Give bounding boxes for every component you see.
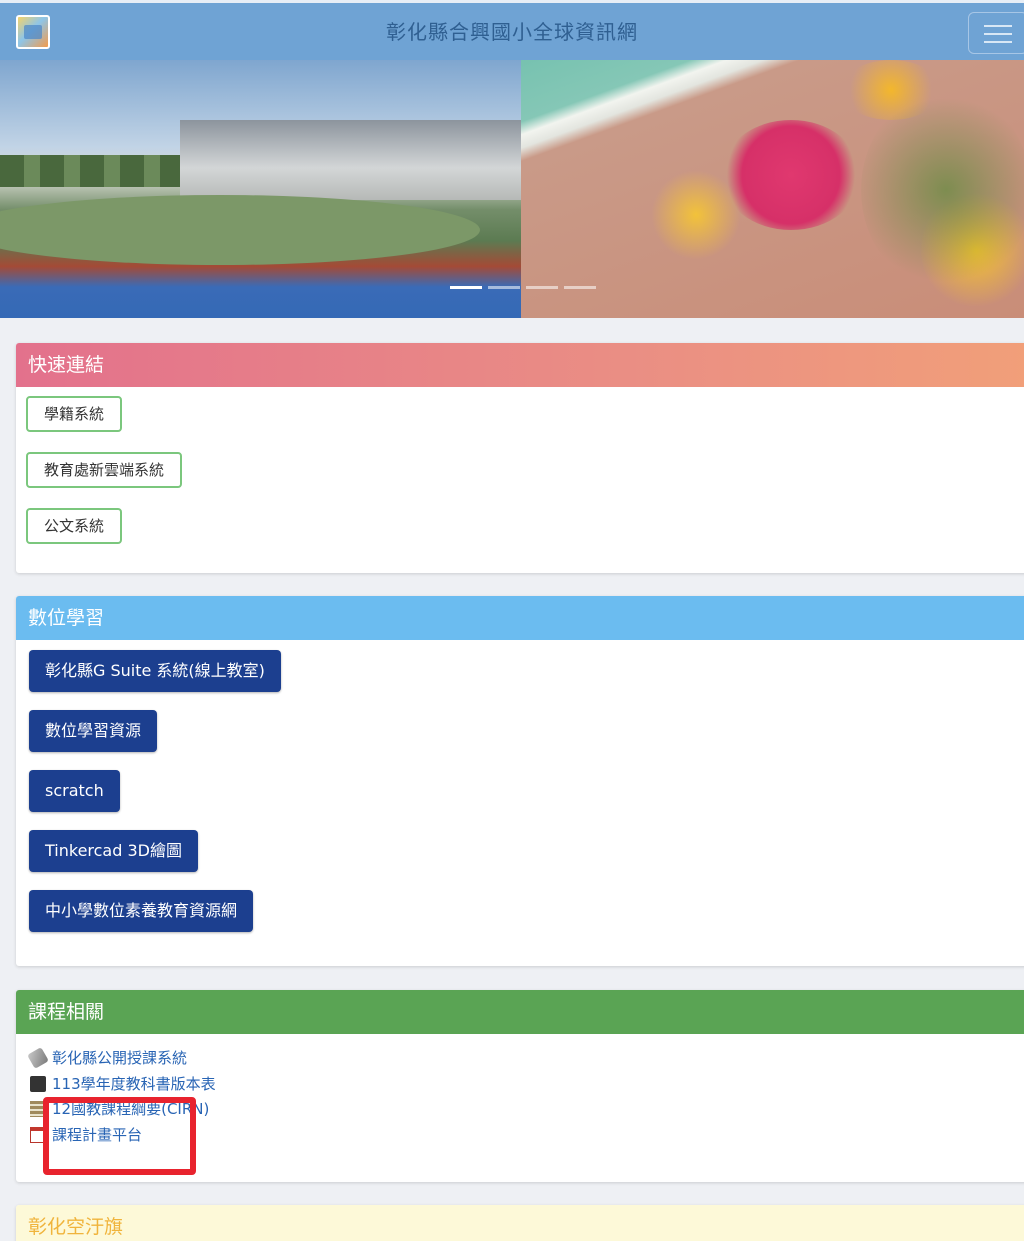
- banner-image-campus: [0, 60, 521, 318]
- link-textbook-versions[interactable]: 113學年度教科書版本表: [30, 1073, 216, 1095]
- link-public-teaching-label: 彰化縣公開授課系統: [52, 1049, 188, 1067]
- site-title[interactable]: 彰化縣合興國小全球資訊網: [0, 3, 1024, 63]
- curriculum-title: 課程相關: [16, 990, 1024, 1034]
- digital-learning-card: 數位學習 彰化縣G Suite 系統(線上教室) 數位學習資源 scratch …: [16, 596, 1024, 966]
- student-records-button[interactable]: 學籍系統: [26, 396, 123, 432]
- banner-carousel[interactable]: [0, 60, 1024, 318]
- top-navbar: 彰化縣合興國小全球資訊網: [0, 0, 1024, 60]
- air-pollution-flag-card: 彰化空汙旗: [16, 1205, 1024, 1241]
- digital-resources-button[interactable]: 數位學習資源: [29, 710, 158, 752]
- highlight-box: [43, 1097, 196, 1175]
- banner-image-flowers: [521, 60, 1024, 318]
- hamburger-menu-icon[interactable]: [968, 12, 1024, 54]
- quick-links-card: 快速連結 學籍系統 教育處新雲端系統 公文系統: [16, 343, 1024, 573]
- tinkercad-button[interactable]: Tinkercad 3D繪圖: [29, 830, 198, 872]
- digital-learning-title: 數位學習: [16, 596, 1024, 640]
- gsuite-button[interactable]: 彰化縣G Suite 系統(線上教室): [29, 650, 281, 692]
- digital-literacy-button[interactable]: 中小學數位素養教育資源網: [29, 890, 254, 932]
- tag-icon: [27, 1047, 49, 1069]
- quick-links-title: 快速連結: [16, 343, 1024, 387]
- air-pollution-flag-title: 彰化空汙旗: [16, 1205, 1024, 1241]
- document-system-button[interactable]: 公文系統: [26, 508, 123, 544]
- education-cloud-button[interactable]: 教育處新雲端系統: [26, 452, 183, 488]
- scratch-button[interactable]: scratch: [29, 770, 120, 812]
- link-textbook-versions-label: 113學年度教科書版本表: [52, 1075, 216, 1093]
- carousel-indicators[interactable]: [450, 286, 600, 289]
- book-icon: [30, 1076, 46, 1092]
- link-public-teaching[interactable]: 彰化縣公開授課系統: [27, 1047, 188, 1069]
